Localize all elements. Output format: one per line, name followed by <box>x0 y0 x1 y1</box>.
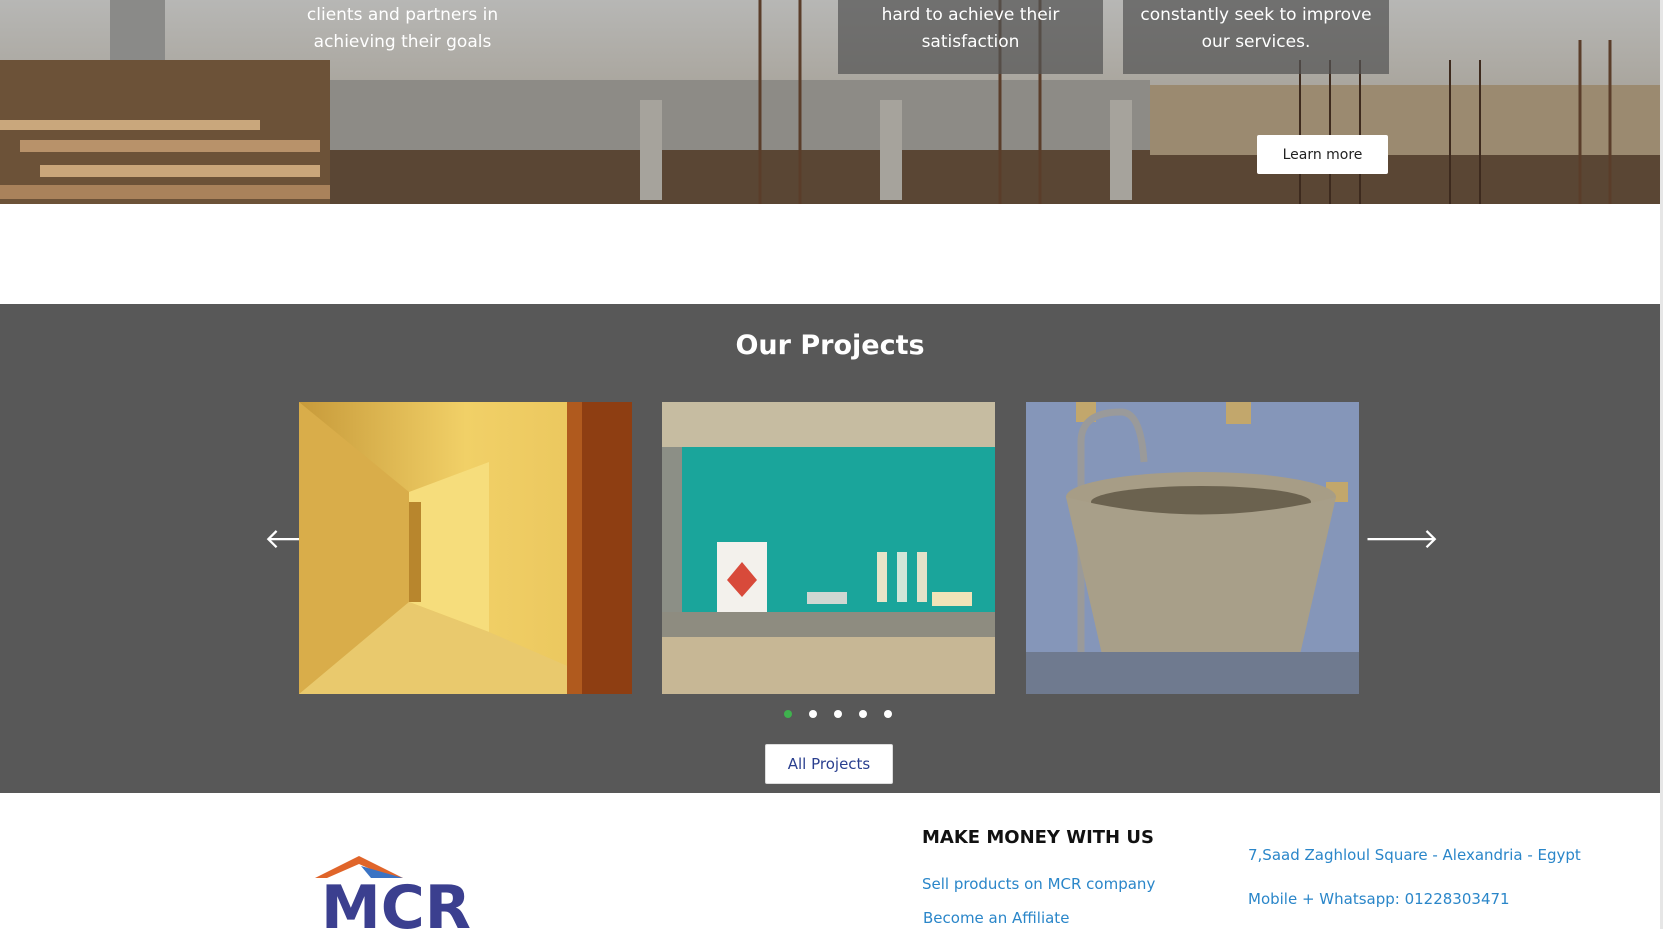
hero-banner: clients and partners in achieving their … <box>0 0 1663 204</box>
carousel-dot[interactable] <box>859 710 868 718</box>
logo-letter-m: MCR <box>321 873 471 929</box>
make-money-title: MAKE MONEY WITH US <box>922 827 1154 848</box>
project-slide-stone-basin[interactable] <box>1026 402 1359 694</box>
hero-card-line: clients and partners in <box>306 5 499 25</box>
carousel-next-arrow-icon[interactable]: 🡒 <box>1364 524 1439 554</box>
become-affiliate-link[interactable]: Become an Affiliate <box>923 909 1069 927</box>
construction-site-image <box>0 0 1663 204</box>
hero-card-partners: clients and partners in achieving their … <box>270 0 535 74</box>
hero-card-line: satisfaction <box>921 32 1020 52</box>
learn-more-button[interactable]: Learn more <box>1257 135 1388 174</box>
hero-card-line: hard to achieve their <box>881 5 1060 25</box>
bathroom-shelf-image <box>662 402 995 694</box>
project-slide-corridor[interactable] <box>299 402 632 694</box>
carousel-prev-arrow-icon[interactable]: 🡐 <box>264 524 339 554</box>
corridor-image <box>299 402 632 694</box>
site-footer: MCR MAKE MONEY WITH US Sell products on … <box>0 793 1663 929</box>
section-title: Our Projects <box>735 330 925 361</box>
carousel-dot[interactable] <box>834 710 843 718</box>
hero-card-line: our services. <box>1201 32 1311 52</box>
carousel-dots <box>784 710 904 720</box>
all-projects-button[interactable]: All Projects <box>765 744 893 784</box>
hero-card-improve: constantly seek to improve our services. <box>1123 0 1389 74</box>
mobile-text: Mobile + Whatsapp: 01228303471 <box>1248 890 1510 908</box>
carousel-dot[interactable] <box>809 710 818 718</box>
sell-products-link[interactable]: Sell products on MCR company <box>922 875 1155 893</box>
hero-card-satisfaction: hard to achieve their satisfaction <box>838 0 1103 74</box>
hero-card-line: constantly seek to improve <box>1140 5 1372 25</box>
projects-section: Our Projects 🡐 <box>0 304 1663 793</box>
carousel-dot[interactable] <box>784 710 792 718</box>
carousel-dot[interactable] <box>884 710 893 718</box>
stone-basin-image <box>1026 402 1359 694</box>
address-text: 7,Saad Zaghloul Square - Alexandria - Eg… <box>1248 846 1581 864</box>
hero-card-line: achieving their goals <box>313 32 492 52</box>
mcr-logo[interactable]: MCR <box>315 856 493 929</box>
project-slide-bathroom-shelf[interactable] <box>662 402 995 694</box>
